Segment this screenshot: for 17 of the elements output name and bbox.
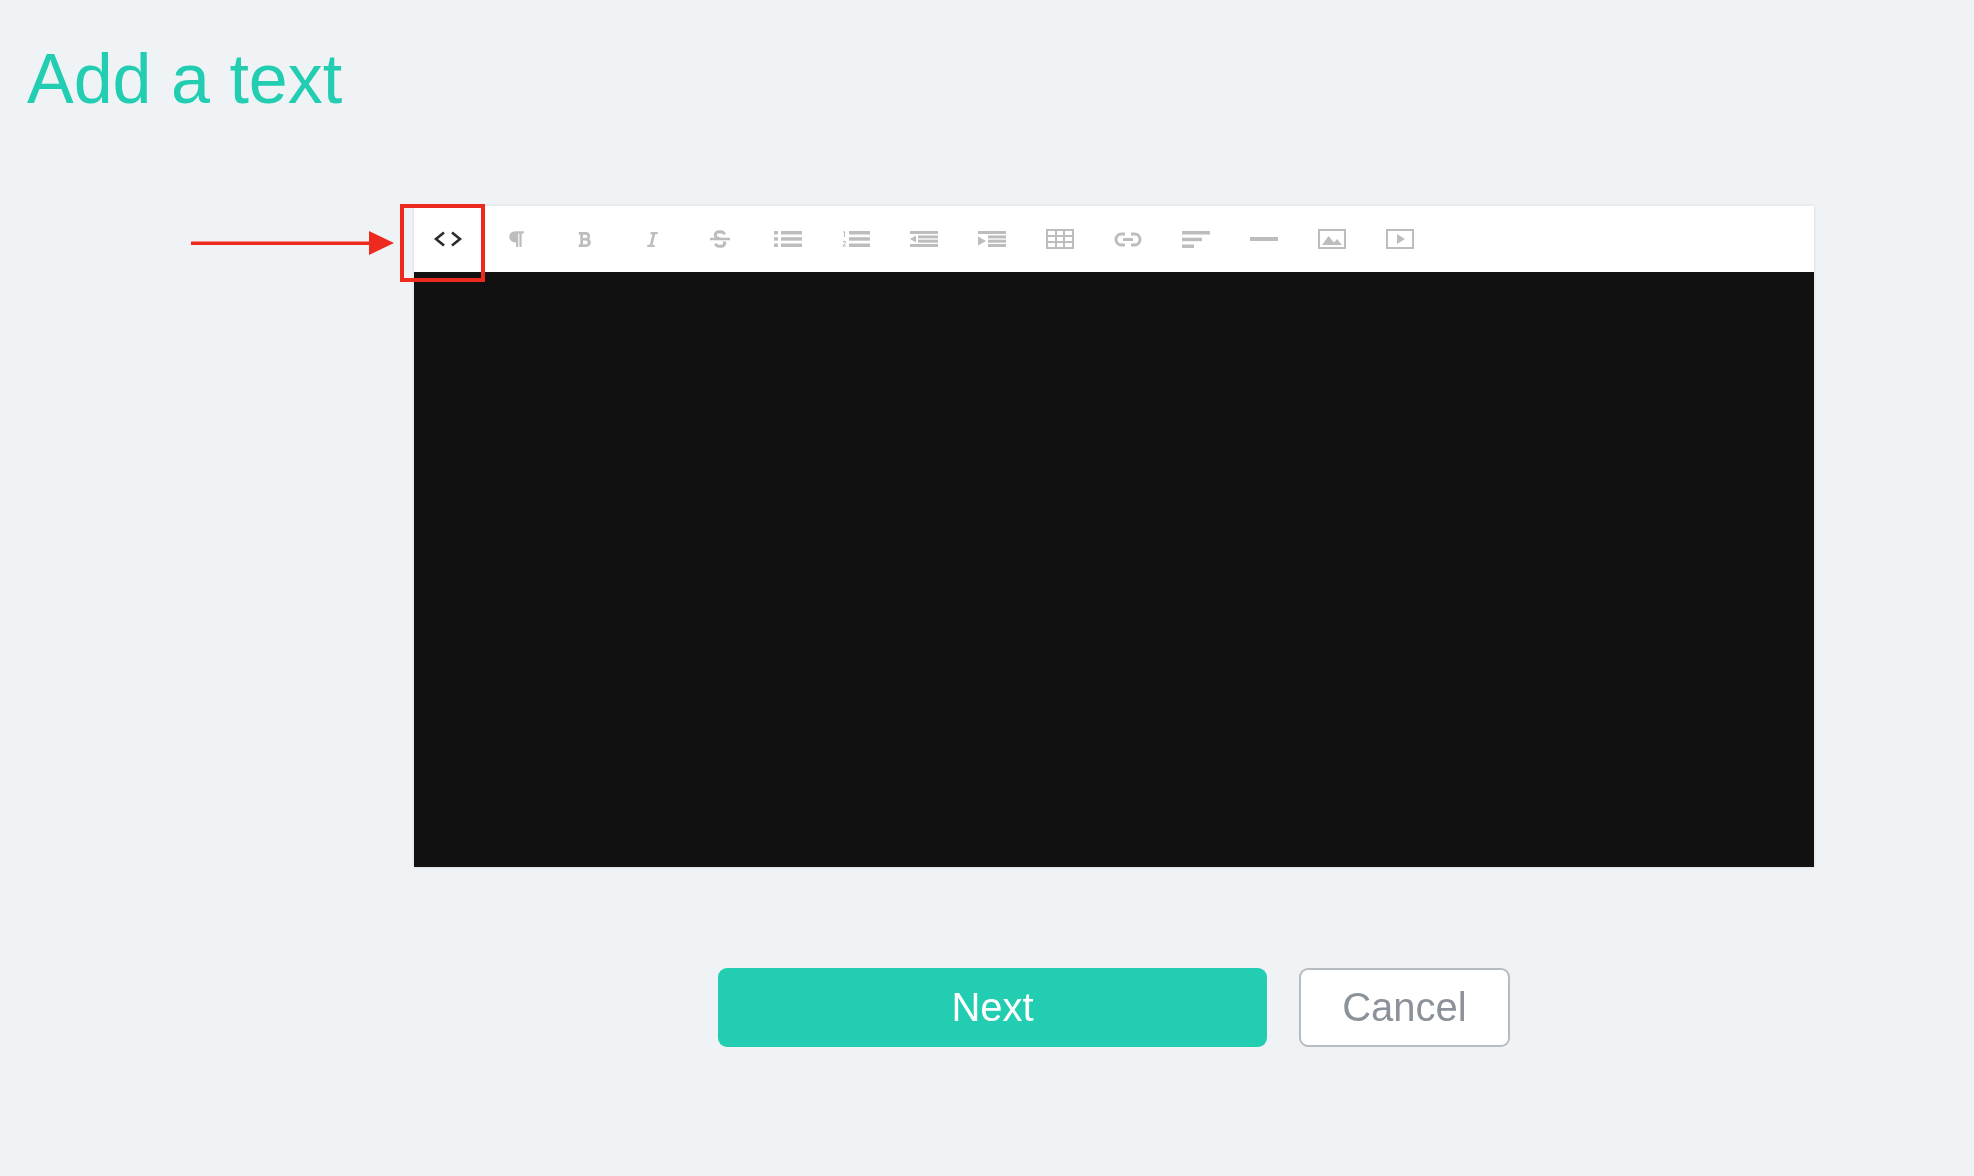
page-title: Add a text <box>27 44 343 114</box>
indent-icon <box>978 231 1006 247</box>
bullet-list-icon <box>774 231 802 247</box>
align-left-icon <box>1182 230 1210 248</box>
code-icon <box>434 231 462 247</box>
numbered-list-icon <box>842 231 870 247</box>
link-icon <box>1114 230 1142 248</box>
image-icon <box>1318 229 1346 249</box>
next-button[interactable]: Next <box>718 968 1267 1047</box>
outdent-icon <box>910 231 938 247</box>
cancel-button[interactable]: Cancel <box>1299 968 1510 1047</box>
strikethrough-icon <box>710 229 730 249</box>
paragraph-icon <box>507 230 525 248</box>
pointer-arrow-icon <box>191 231 394 255</box>
table-icon <box>1046 229 1074 249</box>
code-editor-field[interactable] <box>414 272 1814 867</box>
video-icon <box>1386 229 1414 249</box>
